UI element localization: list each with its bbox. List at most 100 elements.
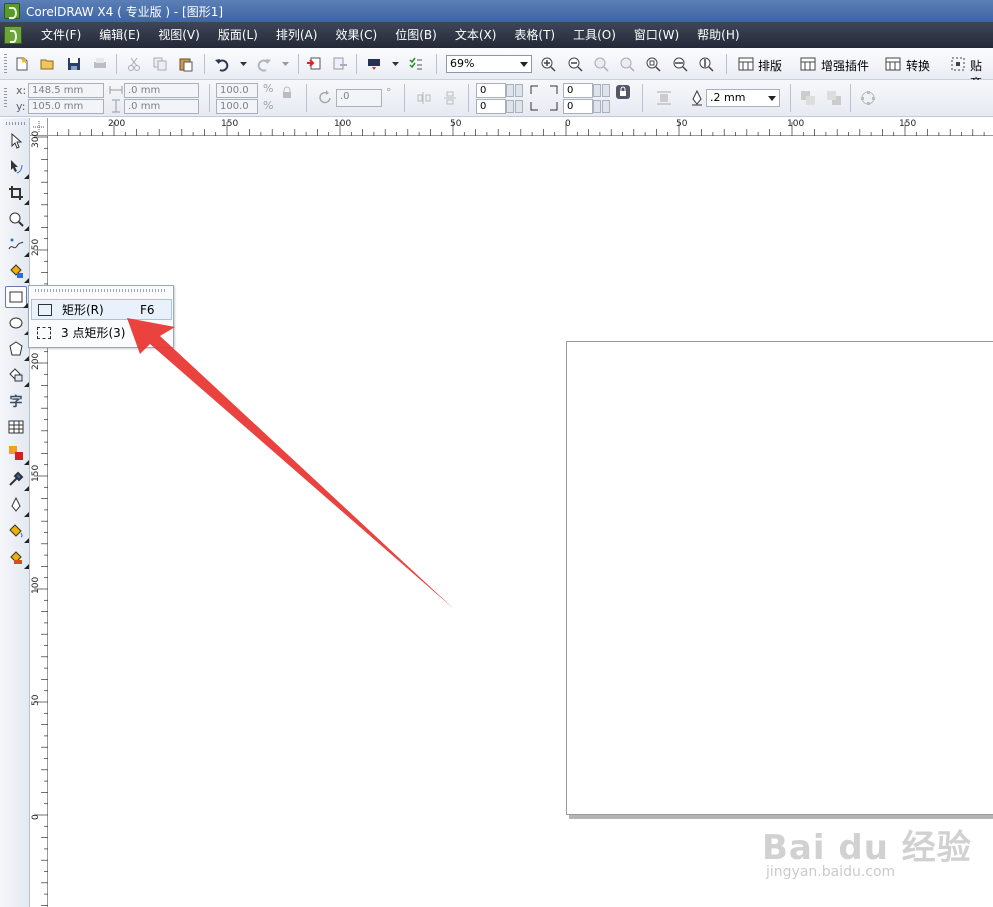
zoom-level-select[interactable]: 69%: [446, 55, 532, 73]
flyout-grip[interactable]: [35, 289, 167, 292]
shape-tool-icon[interactable]: [5, 156, 29, 179]
to-back-icon[interactable]: [826, 90, 842, 106]
table-tool-icon[interactable]: [5, 416, 27, 438]
menu-layout[interactable]: 版面(L): [209, 22, 267, 48]
corner-top-right-field[interactable]: 0: [563, 83, 593, 98]
smart-fill-tool-icon[interactable]: [5, 260, 29, 283]
layout-icon[interactable]: [736, 54, 756, 74]
zoom-page-height-icon[interactable]: [696, 54, 716, 74]
document-page[interactable]: [566, 341, 993, 815]
zoom-page-width-icon[interactable]: [670, 54, 690, 74]
lock-ratio-icon[interactable]: [281, 86, 297, 102]
enhanced-plugin-icon[interactable]: [798, 54, 818, 74]
open-icon[interactable]: [38, 54, 58, 74]
menu-window[interactable]: 窗口(W): [625, 22, 688, 48]
menu-help[interactable]: 帮助(H): [688, 22, 748, 48]
fill-tool-icon[interactable]: [5, 520, 29, 543]
toolbox-grip[interactable]: [6, 122, 26, 125]
outline-tool-icon[interactable]: [5, 494, 29, 517]
basic-shapes-tool-icon[interactable]: [5, 364, 29, 387]
paste-icon[interactable]: [176, 54, 196, 74]
snap-icon[interactable]: [948, 54, 968, 74]
scale-x-field[interactable]: 100.0: [216, 83, 258, 98]
y-position-field[interactable]: 105.0 mm: [28, 99, 104, 114]
menu-bar: 文件(F) 编辑(E) 视图(V) 版面(L) 排列(A) 效果(C) 位图(B…: [0, 22, 993, 48]
flyout-item-rectangle[interactable]: 矩形(R) F6: [31, 299, 172, 320]
menu-edit[interactable]: 编辑(E): [90, 22, 149, 48]
polygon-tool-icon[interactable]: [5, 338, 29, 361]
menu-file[interactable]: 文件(F): [32, 22, 90, 48]
cut-icon[interactable]: [124, 54, 144, 74]
to-front-icon[interactable]: [800, 90, 816, 106]
corner-top-right-spinner-up[interactable]: [602, 84, 610, 97]
rotation-field[interactable]: .0: [336, 89, 382, 107]
corner-top-right-spinner[interactable]: [593, 84, 601, 97]
corner-bottom-right-field[interactable]: 0: [563, 99, 593, 114]
property-bar-grip[interactable]: [4, 88, 7, 108]
zoom-tool-icon[interactable]: [5, 208, 29, 231]
toolbar-grip[interactable]: [4, 54, 7, 74]
corner-bottom-right-spinner[interactable]: [593, 100, 601, 113]
menu-bitmaps[interactable]: 位图(B): [386, 22, 446, 48]
export-icon[interactable]: [330, 54, 350, 74]
launcher-dropdown-icon[interactable]: [386, 54, 406, 74]
pick-tool-icon[interactable]: [5, 130, 27, 152]
redo-icon[interactable]: [254, 54, 274, 74]
wrap-text-icon[interactable]: [656, 90, 672, 106]
corner-top-left-spinner-up[interactable]: [515, 84, 523, 97]
undo-dropdown-icon[interactable]: [234, 54, 254, 74]
width-field[interactable]: .0 mm: [124, 83, 199, 98]
interactive-fill-tool-icon[interactable]: [5, 546, 29, 569]
copy-icon[interactable]: [150, 54, 170, 74]
crop-tool-icon[interactable]: [5, 182, 29, 205]
zoom-out-icon[interactable]: [565, 54, 585, 74]
convert-icon[interactable]: [883, 54, 903, 74]
zoom-selected-icon[interactable]: [591, 54, 611, 74]
menu-effects[interactable]: 效果(C): [326, 22, 386, 48]
corner-top-left-spinner[interactable]: [506, 84, 514, 97]
menu-arrange[interactable]: 排列(A): [267, 22, 327, 48]
menu-tools[interactable]: 工具(O): [564, 22, 625, 48]
undo-icon[interactable]: [212, 54, 232, 74]
convert-button-label[interactable]: 转换: [906, 57, 930, 74]
x-position-field[interactable]: 148.5 mm: [28, 83, 104, 98]
rectangle-tool-icon[interactable]: [5, 286, 28, 308]
height-field[interactable]: .0 mm: [124, 99, 199, 114]
zoom-in-icon[interactable]: [538, 54, 558, 74]
mirror-vertical-icon[interactable]: [442, 90, 458, 106]
zoom-all-objects-icon[interactable]: [617, 54, 637, 74]
import-icon[interactable]: [304, 54, 324, 74]
freehand-tool-icon[interactable]: [5, 234, 29, 257]
scale-y-field[interactable]: 100.0: [216, 99, 258, 114]
zoom-page-icon[interactable]: [643, 54, 663, 74]
flyout-item-3-point-rectangle[interactable]: 3 点矩形(3): [31, 322, 172, 343]
menu-text[interactable]: 文本(X): [446, 22, 506, 48]
corner-top-left-field[interactable]: 0: [476, 83, 506, 98]
corner-bottom-left-field[interactable]: 0: [476, 99, 506, 114]
redo-dropdown-icon[interactable]: [276, 54, 296, 74]
mirror-horizontal-icon[interactable]: [416, 90, 432, 106]
corner-bottom-right-spinner-up[interactable]: [602, 100, 610, 113]
menu-table[interactable]: 表格(T): [505, 22, 564, 48]
enhanced-plugin-button-label[interactable]: 增强插件: [821, 57, 869, 74]
menu-view[interactable]: 视图(V): [149, 22, 209, 48]
convert-to-curves-icon[interactable]: [860, 90, 876, 106]
save-icon[interactable]: [64, 54, 84, 74]
interactive-blend-tool-icon[interactable]: [5, 442, 29, 465]
print-icon[interactable]: [90, 54, 110, 74]
outline-width-select[interactable]: .2 mm: [706, 89, 780, 107]
text-tool-icon[interactable]: 字: [5, 389, 27, 411]
ruler-top-label: 150: [221, 119, 239, 129]
application-launcher-icon[interactable]: [364, 54, 384, 74]
eyedropper-tool-icon[interactable]: [5, 468, 29, 491]
horizontal-ruler[interactable]: [30, 118, 993, 136]
corner-bottom-left-spinner-up[interactable]: [515, 100, 523, 113]
corner-bottom-left-spinner[interactable]: [506, 100, 514, 113]
layout-button-label[interactable]: 排版: [758, 57, 782, 74]
ellipse-tool-icon[interactable]: [5, 312, 29, 335]
document-icon[interactable]: [4, 26, 22, 44]
rectangle-tool-flyout: 矩形(R) F6 3 点矩形(3): [28, 285, 174, 348]
welcome-screen-icon[interactable]: [406, 54, 426, 74]
lock-corners-icon[interactable]: [615, 84, 631, 100]
new-document-icon[interactable]: [12, 54, 32, 74]
